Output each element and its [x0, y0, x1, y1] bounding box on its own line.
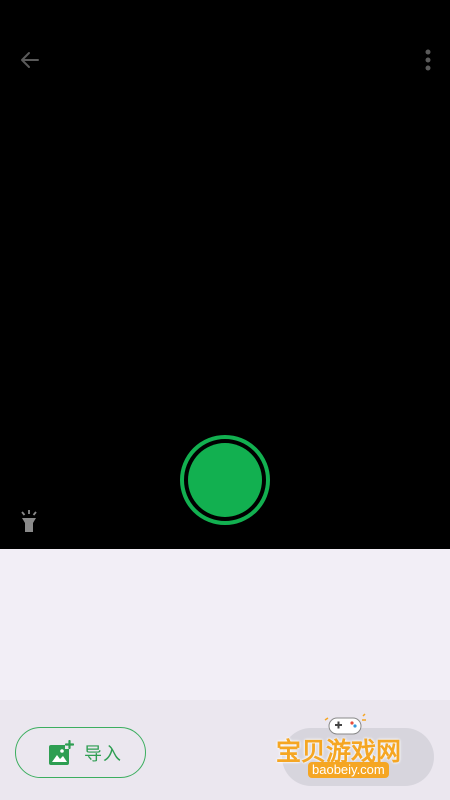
- import-label: 导入: [84, 743, 122, 764]
- arrow-left-icon: [21, 52, 39, 68]
- back-button[interactable]: [14, 44, 46, 76]
- import-button[interactable]: 导入: [15, 727, 146, 778]
- watermark: 宝贝游戏网 baobeiy.com: [268, 712, 438, 792]
- more-vertical-icon: [425, 49, 431, 71]
- flashlight-button[interactable]: [17, 508, 41, 534]
- add-image-icon: [49, 739, 74, 765]
- results-panel: [0, 549, 450, 700]
- shutter-button[interactable]: [180, 435, 270, 525]
- shutter-inner: [188, 443, 262, 517]
- camera-viewfinder: [0, 0, 450, 549]
- watermark-domain: baobeiy.com: [308, 762, 389, 778]
- flashlight-icon: [21, 510, 37, 532]
- more-options-button[interactable]: [422, 46, 434, 74]
